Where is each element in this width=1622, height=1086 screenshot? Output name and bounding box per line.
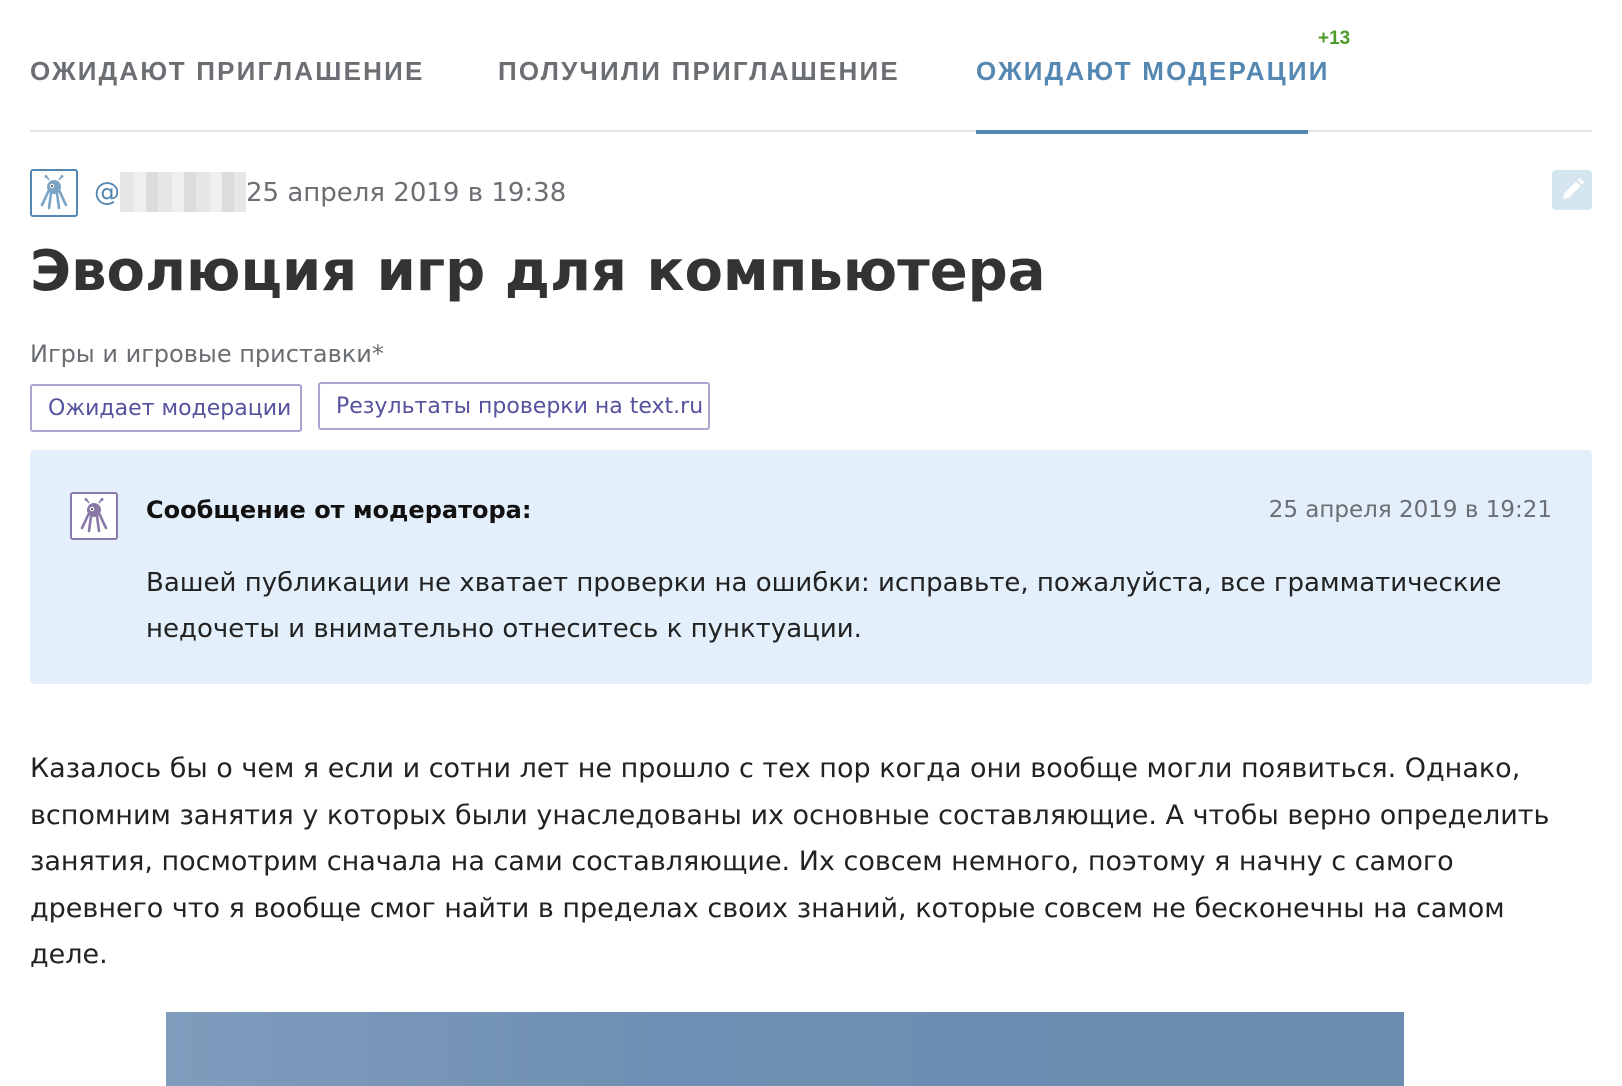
author-name-redacted [120,172,246,212]
tab-awaiting-invite[interactable]: ОЖИДАЮТ ПРИГЛАШЕНИЕ [30,0,498,132]
edit-button[interactable] [1552,170,1592,210]
post-body: Казалось бы о чем я если и сотни лет не … [30,753,1550,970]
tab-awaiting-moderation[interactable]: ОЖИДАЮТ МОДЕРАЦИИ +13 [976,0,1350,134]
awaiting-moderation-label[interactable]: Ожидает модерации [30,384,302,432]
author-avatar[interactable] [30,169,78,217]
author-handle[interactable]: @ [94,172,246,212]
post-image [166,1012,1404,1086]
page: ОЖИДАЮТ ПРИГЛАШЕНИЕ ПОЛУЧИЛИ ПРИГЛАШЕНИЕ… [0,0,1622,1086]
post-meta: @ 25 апреля 2019 в 19:38 [30,132,1592,236]
octopus-robot-icon [80,498,108,533]
moderator-message-date: 25 апреля 2019 в 19:21 [1268,497,1552,523]
tab-awaiting-moderation-label: ОЖИДАЮТ МОДЕРАЦИИ [976,56,1330,86]
text-ru-check-results-link[interactable]: Результаты проверки на text.ru [318,382,710,430]
tab-count-badge: +13 [1318,28,1351,49]
tabs-bar: ОЖИДАЮТ ПРИГЛАШЕНИЕ ПОЛУЧИЛИ ПРИГЛАШЕНИЕ… [30,0,1592,134]
moderator-avatar[interactable] [70,492,118,540]
moderator-message: Сообщение от модератора: 25 апреля 2019 … [30,450,1592,684]
post-labels: Ожидает модерации Результаты проверки на… [30,382,1592,432]
post-title: Эволюция игр для компьютера [30,239,1046,304]
octopus-robot-icon [40,175,68,210]
post-hub[interactable]: Игры и игровые приставки* [30,336,1592,374]
moderator-message-text: Вашей публикации не хватает проверки на … [146,568,1502,644]
post-date: 25 апреля 2019 в 19:38 [246,178,567,208]
moderator-message-header: Сообщение от модератора: 25 апреля 2019 … [146,490,1552,530]
author-at-sign: @ [94,177,120,208]
pencil-icon [1563,178,1584,199]
tab-received-invite[interactable]: ПОЛУЧИЛИ ПРИГЛАШЕНИЕ [498,0,976,132]
moderator-message-title: Сообщение от модератора: [146,496,532,524]
